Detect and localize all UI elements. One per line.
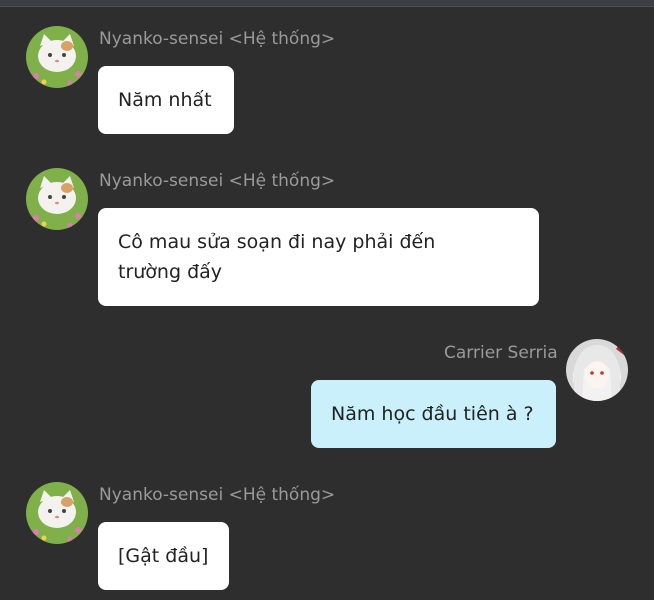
message-bubble[interactable]: [Gật đầu] xyxy=(98,522,229,590)
message-text: [Gật đầu] xyxy=(118,545,209,567)
cat-avatar-icon[interactable] xyxy=(26,168,88,230)
sender-name: Nyanko-sensei <Hệ thống> xyxy=(99,171,336,191)
message-text: Năm nhất xyxy=(118,89,212,111)
sender-name: Carrier Serria xyxy=(444,343,558,363)
sender-name: Nyanko-sensei <Hệ thống> xyxy=(99,29,336,49)
message-text: Cô mau sửa soạn đi nay phải đến xyxy=(118,231,436,253)
cat-avatar-icon[interactable] xyxy=(26,482,88,544)
top-bar xyxy=(0,0,654,7)
sender-name: Nyanko-sensei <Hệ thống> xyxy=(99,485,336,505)
message-text: trường đấy xyxy=(118,261,223,283)
message-bubble[interactable]: Năm nhất xyxy=(98,66,234,134)
message-bubble[interactable]: Cô mau sửa soạn đi nay phải đến trường đ… xyxy=(98,208,539,306)
message-bubble[interactable]: Năm học đầu tiên à ? xyxy=(311,380,556,448)
cat-avatar-icon[interactable] xyxy=(26,26,88,88)
message-text: Năm học đầu tiên à ? xyxy=(331,403,534,425)
girl-avatar-icon[interactable] xyxy=(566,339,628,401)
